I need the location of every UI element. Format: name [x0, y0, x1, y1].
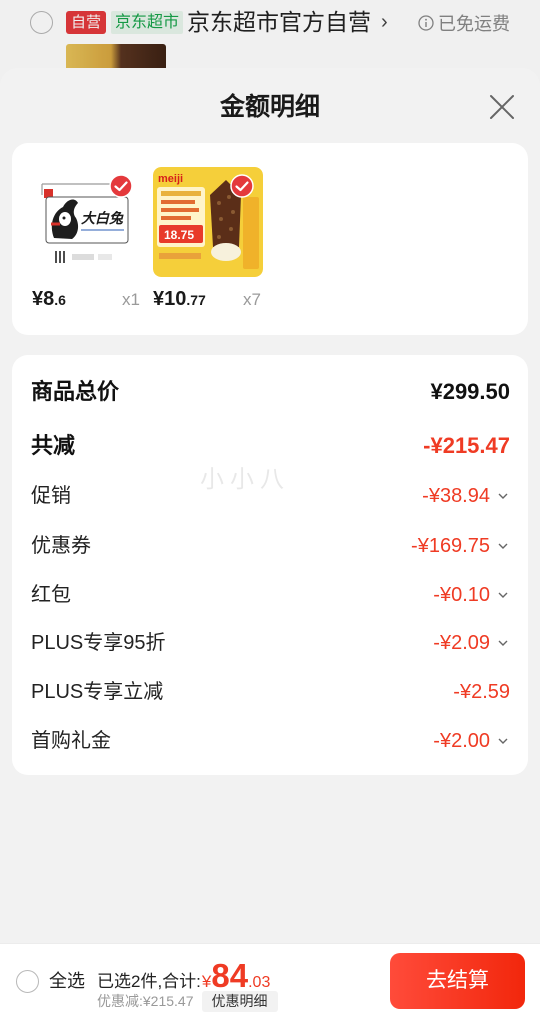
- select-all-label[interactable]: 全选: [49, 968, 85, 994]
- price-integer: ¥8: [32, 288, 55, 310]
- price-integer: ¥10: [153, 288, 187, 310]
- amount-detail-sheet: 金额明细 大白兔 ¥8.6 x1 meiji 18.75 ¥10.77 x7 商…: [0, 68, 540, 1018]
- discount-value: -¥2.00: [433, 730, 490, 752]
- product-image-text: 大白兔: [81, 210, 124, 226]
- product-quantity: x7: [243, 290, 261, 309]
- discount-label: 红包: [31, 584, 71, 606]
- discount-detail-button[interactable]: 优惠明细: [201, 990, 278, 1012]
- total-price-label: 商品总价: [31, 379, 120, 404]
- discount-label: PLUS专享95折: [31, 632, 166, 654]
- product-price: ¥8.6: [32, 288, 66, 311]
- product-price-row: ¥10.77 x7: [153, 288, 263, 312]
- price-decimal: .77: [186, 292, 206, 308]
- sheet-title: 金额明细: [219, 93, 320, 121]
- product-item[interactable]: 大白兔 ¥8.6 x1: [32, 167, 142, 317]
- discount-label: PLUS专享立减: [31, 681, 164, 703]
- watermark: 小小八: [200, 466, 290, 493]
- product-quantity: x1: [122, 290, 140, 309]
- discount-row-red-packet[interactable]: 红包 -¥0.10: [12, 580, 528, 610]
- price-decimal: .6: [54, 292, 66, 308]
- product-list-card: 大白兔 ¥8.6 x1 meiji 18.75 ¥10.77 x7: [12, 143, 528, 335]
- discount-line: 优惠减:¥215.47 优惠明细: [97, 990, 278, 1012]
- price-summary-card: 商品总价 ¥299.50 共减 -¥215.47 促销 -¥38.94 优惠券 …: [12, 355, 528, 775]
- total-line: 已选2件,合计: ¥ 84 .03: [97, 957, 270, 994]
- chevron-down-icon[interactable]: [496, 636, 510, 650]
- checked-icon[interactable]: [109, 174, 133, 198]
- close-icon[interactable]: [488, 93, 516, 121]
- discount-row-plus-95[interactable]: PLUS专享95折 -¥2.09: [12, 628, 528, 658]
- discount-value: -¥169.75: [411, 535, 490, 557]
- discount-value: -¥0.10: [433, 584, 490, 606]
- product-logo-text: meiji: [158, 173, 183, 185]
- total-price-row: 商品总价 ¥299.50: [12, 377, 528, 407]
- checkout-button[interactable]: 去结算: [390, 953, 525, 1009]
- discount-value: -¥2.59: [453, 681, 510, 703]
- chevron-down-icon[interactable]: [496, 539, 510, 553]
- checkout-bar: 全选 已选2件,合计: ¥ 84 .03 优惠减:¥215.47 优惠明细 去结…: [0, 943, 540, 1018]
- product-price: ¥10.77: [153, 288, 206, 311]
- discount-label: 优惠券: [31, 535, 91, 557]
- checked-icon[interactable]: [230, 174, 254, 198]
- chevron-down-icon[interactable]: [496, 588, 510, 602]
- discount-value: -¥2.09: [433, 632, 490, 654]
- discount-row-plus-instant: PLUS专享立减 -¥2.59: [12, 677, 528, 707]
- discount-row-coupon[interactable]: 优惠券 -¥169.75: [12, 531, 528, 561]
- total-reduction-value: -¥215.47: [423, 433, 510, 458]
- chevron-down-icon[interactable]: [496, 734, 510, 748]
- product-item[interactable]: meiji 18.75 ¥10.77 x7: [153, 167, 263, 317]
- discount-total-text: 优惠减:¥215.47: [97, 993, 194, 1009]
- product-image-price: 18.75: [164, 228, 194, 242]
- product-price-row: ¥8.6 x1: [32, 288, 142, 312]
- chevron-down-icon[interactable]: [496, 489, 510, 503]
- selected-count-text: 已选2件,合计:: [97, 972, 201, 991]
- discount-label: 促销: [31, 485, 71, 507]
- total-price-value: ¥299.50: [430, 379, 510, 404]
- total-reduction-row: 共减 -¥215.47: [12, 431, 528, 461]
- total-currency: ¥: [201, 972, 212, 991]
- discount-value: -¥38.94: [422, 485, 490, 507]
- total-reduction-label: 共减: [31, 433, 76, 458]
- select-all-radio[interactable]: [16, 970, 39, 993]
- discount-row-first-purchase[interactable]: 首购礼金 -¥2.00: [12, 726, 528, 756]
- discount-label: 首购礼金: [31, 730, 111, 752]
